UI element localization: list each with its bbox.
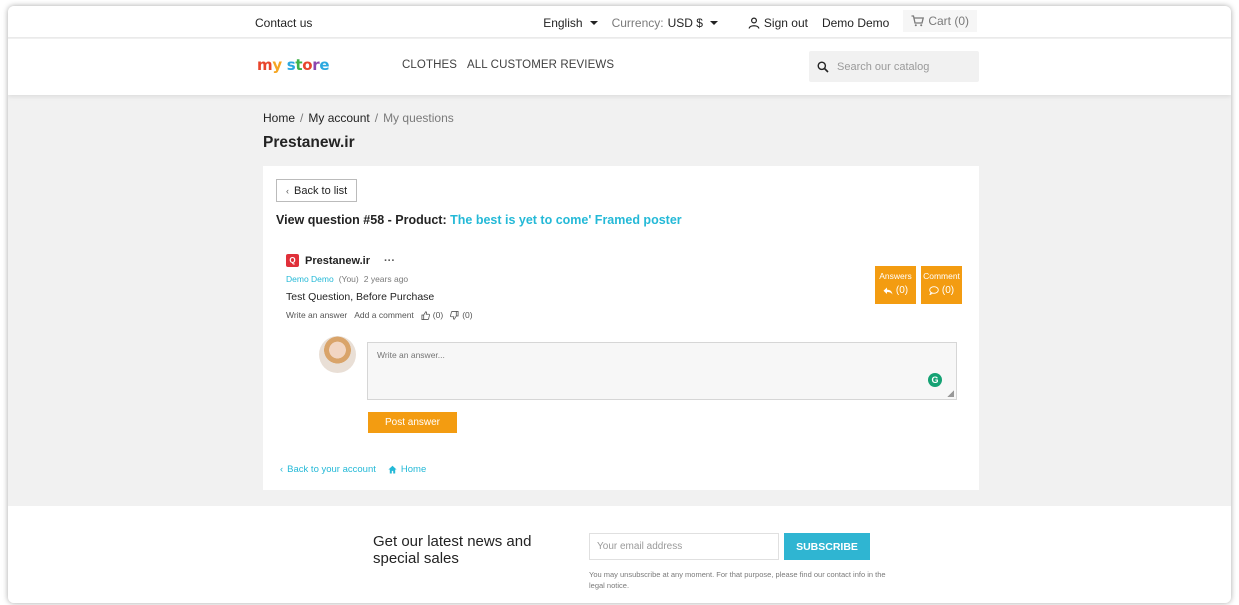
top-bar-right: English Currency: USD $ Sign out Demo De…	[543, 10, 977, 32]
answers-counter[interactable]: Answers (0)	[875, 266, 916, 304]
currency-value: USD $	[667, 16, 703, 30]
add-comment-link[interactable]: Add a comment	[354, 310, 414, 320]
page-title: Prestanew.ir	[263, 134, 355, 151]
answer-textarea[interactable]	[367, 342, 957, 400]
site-header: my store CLOTHES ALL CUSTOMER REVIEWS	[8, 39, 1231, 95]
comments-counter-value-row: (0)	[921, 285, 962, 296]
answers-count: (0)	[895, 285, 909, 296]
logo-letter: o	[302, 56, 313, 74]
store-logo[interactable]: my store	[257, 56, 330, 74]
newsletter-title: Get our latest news and special sales	[373, 533, 532, 567]
thumbs-down-icon	[450, 310, 459, 320]
search-icon[interactable]	[817, 61, 829, 73]
nav-item-customer-reviews[interactable]: ALL CUSTOMER REVIEWS	[467, 59, 614, 71]
question-author[interactable]: Demo Demo	[286, 274, 334, 284]
question-you-tag: (You)	[338, 274, 359, 284]
question-text: Test Question, Before Purchase	[286, 291, 435, 303]
currency-label: Currency:	[611, 16, 664, 30]
breadcrumb-account[interactable]: My account	[308, 111, 369, 125]
post-answer-button[interactable]: Post answer	[368, 412, 457, 433]
like-count: (0)	[432, 310, 444, 320]
reply-icon	[883, 287, 893, 294]
breadcrumb-separator: /	[300, 111, 304, 125]
currency-selector[interactable]: Currency: USD $	[612, 16, 718, 30]
language-label: English	[543, 16, 583, 30]
caret-down-icon	[709, 21, 718, 25]
newsletter-email-input[interactable]	[589, 533, 779, 560]
card-footer-links: ‹ Back to your account Home	[280, 464, 426, 475]
language-selector[interactable]: English	[543, 16, 598, 30]
back-to-list-button[interactable]: ‹ Back to list	[276, 179, 358, 202]
write-answer-link[interactable]: Write an answer	[286, 310, 347, 320]
caret-down-icon	[589, 21, 598, 25]
view-question-title: View question #58 - Product: The best is…	[276, 213, 682, 227]
user-avatar	[319, 336, 356, 373]
newsletter-note: You may unsubscribe at any moment. For t…	[589, 570, 886, 590]
cart-label: Cart (0)	[928, 14, 969, 28]
answers-counter-value-row: (0)	[875, 285, 916, 296]
main-nav: CLOTHES ALL CUSTOMER REVIEWS	[402, 59, 614, 71]
account-username[interactable]: Demo Demo	[822, 16, 889, 30]
search-input[interactable]	[837, 60, 967, 73]
question-card: ‹ Back to list View question #58 - Produ…	[263, 166, 979, 490]
logo-letter: y	[272, 56, 282, 74]
cart-button[interactable]: Cart (0)	[903, 10, 977, 32]
comments-counter-label: Comment	[923, 271, 960, 281]
answers-counter-label: Answers	[879, 271, 912, 281]
product-link[interactable]: The best is yet to come' Framed poster	[450, 213, 682, 227]
breadcrumb: Home / My account / My questions	[263, 111, 454, 125]
logo-letter: m	[257, 56, 273, 74]
user-icon	[748, 17, 760, 29]
chevron-left-icon: ‹	[280, 464, 284, 475]
cart-icon	[911, 15, 925, 27]
view-question-prefix: View question #58 - Product:	[276, 213, 447, 227]
thumbs-up-icon	[421, 310, 430, 320]
search-box	[809, 51, 979, 82]
browser-frame: Contact us English Currency: USD $ Sign …	[8, 6, 1231, 603]
newsletter-section: Get our latest news and special sales SU…	[8, 506, 1231, 603]
question-actions: Write an answer Add a comment (0) (0)	[286, 310, 473, 320]
question-badge-icon: Q	[286, 254, 299, 267]
top-bar: Contact us English Currency: USD $ Sign …	[8, 6, 1231, 38]
question-time: 2 years ago	[363, 274, 409, 284]
chevron-left-icon: ‹	[286, 185, 289, 196]
comment-icon	[929, 286, 939, 295]
dislike-button[interactable]: (0)	[450, 310, 473, 320]
home-label: Home	[400, 464, 427, 475]
like-button[interactable]: (0)	[421, 310, 443, 320]
nav-item-clothes[interactable]: CLOTHES	[402, 59, 457, 71]
logo-letter: e	[319, 56, 330, 74]
comments-counter[interactable]: Comment (0)	[921, 266, 962, 304]
dislike-count: (0)	[462, 310, 473, 320]
home-icon	[388, 465, 397, 474]
contact-us-link[interactable]: Contact us	[255, 16, 312, 30]
back-to-account-link[interactable]: ‹ Back to your account	[280, 464, 376, 475]
sign-out-link[interactable]: Sign out	[748, 16, 808, 30]
back-to-list-label: Back to list	[294, 184, 348, 197]
breadcrumb-home[interactable]: Home	[263, 111, 295, 125]
grammarly-icon[interactable]: G	[928, 373, 942, 387]
comments-count: (0)	[941, 285, 955, 296]
breadcrumb-separator: /	[374, 111, 379, 125]
breadcrumb-current: My questions	[383, 111, 454, 125]
subscribe-button[interactable]: SUBSCRIBE	[784, 533, 870, 560]
sign-out-label: Sign out	[763, 16, 808, 30]
question-meta: Demo Demo (You) 2 years ago	[286, 274, 408, 284]
home-link[interactable]: Home	[388, 464, 426, 475]
question-header: Q Prestanew.ir ···	[286, 254, 395, 267]
back-to-account-label: Back to your account	[287, 464, 376, 475]
more-options-icon[interactable]: ···	[384, 255, 395, 267]
question-site-name: Prestanew.ir	[305, 254, 371, 267]
resize-handle-icon[interactable]	[947, 390, 954, 397]
